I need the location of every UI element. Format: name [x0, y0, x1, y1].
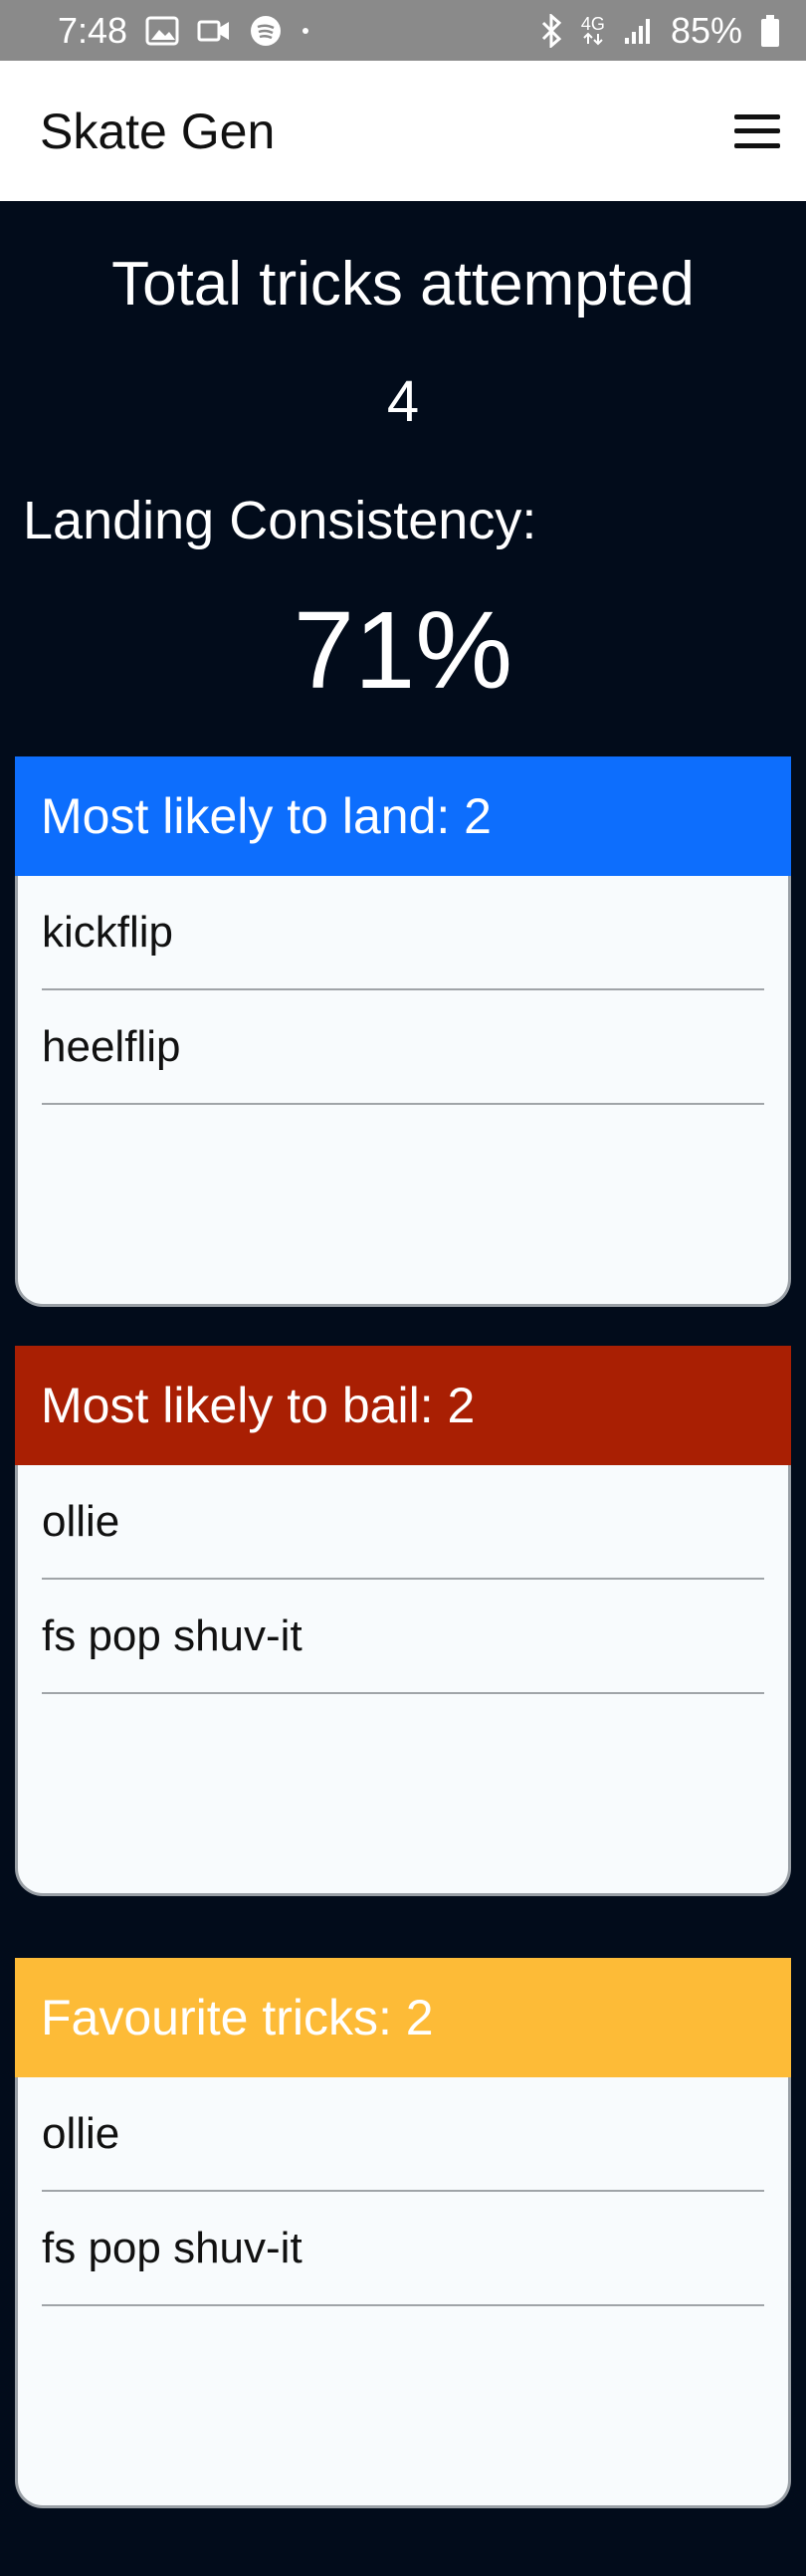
bluetooth-icon	[539, 13, 563, 48]
favourite-tricks-card: Favourite tricks: 2 ollie fs pop shuv-it	[15, 1958, 791, 2508]
most-likely-to-bail-list: ollie fs pop shuv-it	[15, 1465, 791, 1896]
most-likely-to-land-header: Most likely to land: 2	[15, 756, 791, 876]
list-item[interactable]: fs pop shuv-it	[42, 1580, 764, 1694]
status-right: 4G 85%	[539, 10, 780, 52]
status-time: 7:48	[58, 9, 128, 51]
total-tricks-count: 4	[386, 369, 420, 434]
dot-icon	[301, 26, 310, 36]
most-likely-to-land-card: Most likely to land: 2 kickflip heelflip	[15, 756, 791, 1307]
status-bar: 7:48 4G 85%	[0, 0, 806, 61]
menu-line	[734, 128, 780, 133]
battery-percentage: 85%	[670, 9, 742, 51]
app-title[interactable]: Skate Gen	[40, 103, 275, 160]
menu-line	[734, 113, 780, 119]
list-item[interactable]: ollie	[42, 1465, 764, 1580]
hamburger-menu-icon[interactable]	[732, 111, 782, 151]
video-icon	[197, 18, 231, 44]
network-4g-icon: 4G	[580, 13, 605, 46]
landing-consistency-value: 71%	[293, 589, 513, 712]
list-item[interactable]: fs pop shuv-it	[42, 2192, 764, 2306]
network-label: 4G	[580, 13, 605, 34]
most-likely-to-bail-card: Most likely to bail: 2 ollie fs pop shuv…	[15, 1346, 791, 1896]
list-item[interactable]: kickflip	[42, 876, 764, 990]
signal-icon	[623, 16, 653, 46]
total-tricks-title: Total tricks attempted	[111, 250, 695, 319]
list-item[interactable]: heelflip	[42, 990, 764, 1105]
most-likely-to-land-list: kickflip heelflip	[15, 876, 791, 1307]
battery-icon	[760, 14, 780, 48]
list-item[interactable]: ollie	[42, 2077, 764, 2192]
most-likely-to-bail-header: Most likely to bail: 2	[15, 1346, 791, 1465]
spotify-icon	[249, 14, 283, 48]
favourite-tricks-header: Favourite tricks: 2	[15, 1958, 791, 2077]
image-icon	[145, 16, 179, 46]
landing-consistency-label: Landing Consistency:	[23, 491, 537, 550]
app-bar: Skate Gen	[0, 61, 806, 201]
menu-line	[734, 142, 780, 148]
status-left: 7:48	[58, 10, 310, 52]
favourite-tricks-list: ollie fs pop shuv-it	[15, 2077, 791, 2508]
